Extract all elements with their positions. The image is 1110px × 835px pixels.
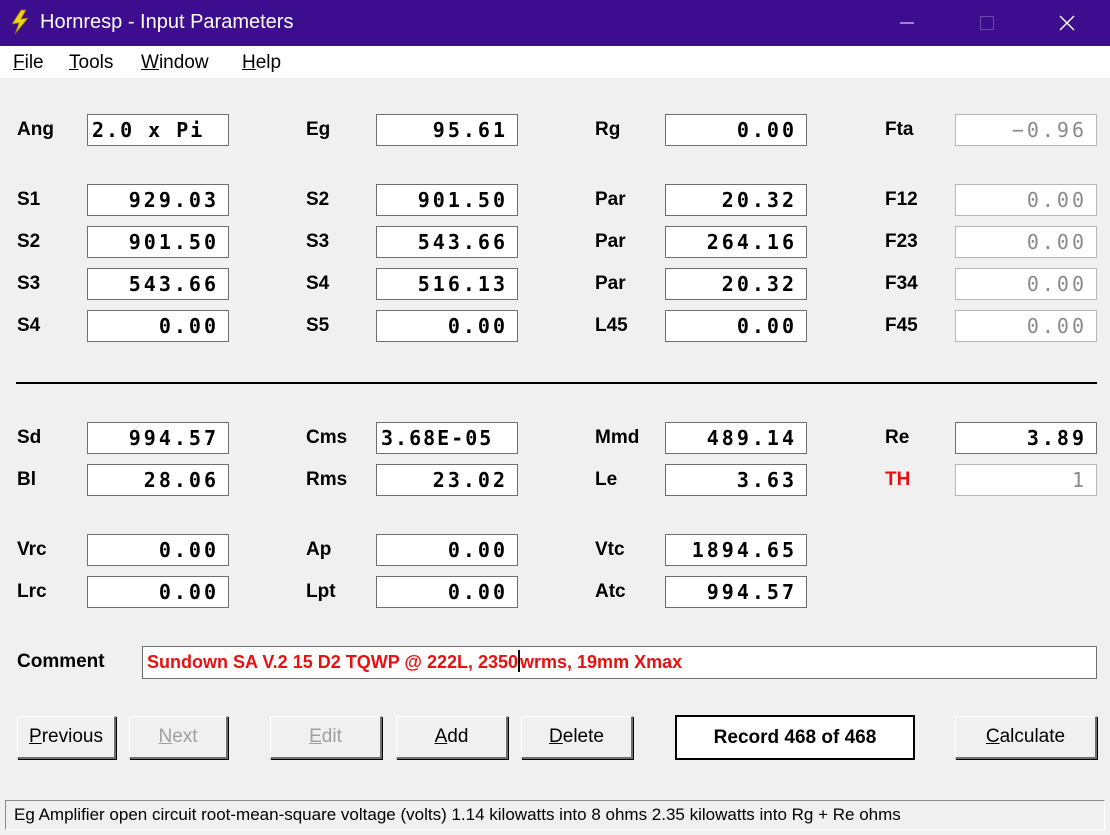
- window-title: Hornresp - Input Parameters: [40, 11, 294, 33]
- comment-text-after: wrms, 19mm Xmax: [520, 652, 683, 672]
- label-sd: Sd: [17, 427, 42, 448]
- label-comment: Comment: [17, 651, 105, 672]
- record-counter: Record 468 of 468: [675, 715, 915, 760]
- f45-field: 0.00: [955, 310, 1097, 342]
- label-lpt: Lpt: [306, 581, 336, 602]
- label-ang: Ang: [17, 119, 54, 140]
- f12-field: 0.00: [955, 184, 1097, 216]
- minimize-button[interactable]: [867, 0, 947, 46]
- s1-field[interactable]: 929.03: [87, 184, 229, 216]
- menu-tools[interactable]: Tools: [69, 52, 113, 74]
- close-button[interactable]: [1027, 0, 1107, 46]
- menu-window[interactable]: Window: [141, 52, 209, 74]
- menu-file[interactable]: File: [13, 52, 44, 74]
- par1-field[interactable]: 20.32: [665, 184, 807, 216]
- menu-help[interactable]: Help: [242, 52, 281, 74]
- title-bar[interactable]: Hornresp - Input Parameters: [0, 0, 1110, 46]
- label-par2: Par: [595, 231, 626, 252]
- atc-field[interactable]: 994.57: [665, 576, 807, 608]
- label-f45: F45: [885, 315, 918, 336]
- rms-field[interactable]: 23.02: [376, 464, 518, 496]
- label-par1: Par: [595, 189, 626, 210]
- label-s4-col1: S4: [17, 315, 41, 336]
- label-par3: Par: [595, 273, 626, 294]
- maximize-button: [947, 0, 1027, 46]
- vtc-field[interactable]: 1894.65: [665, 534, 807, 566]
- cms-field[interactable]: 3.68E-05: [376, 422, 518, 454]
- label-s1: S1: [17, 189, 41, 210]
- label-rg: Rg: [595, 119, 621, 140]
- label-s4-col2: S4: [306, 273, 330, 294]
- vrc-field[interactable]: 0.00: [87, 534, 229, 566]
- l45-field[interactable]: 0.00: [665, 310, 807, 342]
- next-button: Next: [129, 716, 228, 759]
- previous-button[interactable]: Previous: [17, 716, 116, 759]
- label-th: TH: [885, 469, 911, 490]
- label-s3-col1: S3: [17, 273, 41, 294]
- f23-field: 0.00: [955, 226, 1097, 258]
- label-vrc: Vrc: [17, 539, 47, 560]
- edit-button: Edit: [270, 716, 382, 759]
- label-mmd: Mmd: [595, 427, 640, 448]
- th-field: 1: [955, 464, 1097, 496]
- label-re: Re: [885, 427, 910, 448]
- comment-field[interactable]: Sundown SA V.2 15 D2 TQWP @ 222L, 2350 wr…: [142, 646, 1097, 679]
- label-f12: F12: [885, 189, 918, 210]
- ang-field[interactable]: 2.0 x Pi: [87, 114, 229, 146]
- label-bl: Bl: [17, 469, 36, 490]
- label-atc: Atc: [595, 581, 626, 602]
- mmd-field[interactable]: 489.14: [665, 422, 807, 454]
- lrc-field[interactable]: 0.00: [87, 576, 229, 608]
- ap-field[interactable]: 0.00: [376, 534, 518, 566]
- label-s3-col2: S3: [306, 231, 330, 252]
- menu-bar: File Tools Window Help: [0, 46, 1110, 78]
- s2-col1-field[interactable]: 901.50: [87, 226, 229, 258]
- close-icon: [1059, 15, 1075, 31]
- label-cms: Cms: [306, 427, 348, 448]
- s2-col2-field[interactable]: 901.50: [376, 184, 518, 216]
- par2-field[interactable]: 264.16: [665, 226, 807, 258]
- section-divider: [16, 382, 1097, 384]
- label-le: Le: [595, 469, 618, 490]
- bl-field[interactable]: 28.06: [87, 464, 229, 496]
- label-rms: Rms: [306, 469, 348, 490]
- re-field[interactable]: 3.89: [955, 422, 1097, 454]
- fta-field: −0.96: [955, 114, 1097, 146]
- s3-col1-field[interactable]: 543.66: [87, 268, 229, 300]
- label-f23: F23: [885, 231, 918, 252]
- s4-col1-field[interactable]: 0.00: [87, 310, 229, 342]
- minimize-icon: [900, 22, 914, 24]
- label-eg: Eg: [306, 119, 331, 140]
- le-field[interactable]: 3.63: [665, 464, 807, 496]
- status-bar: Eg Amplifier open circuit root-mean-squa…: [5, 800, 1105, 830]
- eg-field[interactable]: 95.61: [376, 114, 518, 146]
- par3-field[interactable]: 20.32: [665, 268, 807, 300]
- sd-field[interactable]: 994.57: [87, 422, 229, 454]
- s4-col2-field[interactable]: 516.13: [376, 268, 518, 300]
- lightning-bolt-icon: [11, 9, 29, 35]
- calculate-button[interactable]: Calculate: [955, 716, 1097, 759]
- label-ap: Ap: [306, 539, 332, 560]
- rg-field[interactable]: 0.00: [665, 114, 807, 146]
- add-button[interactable]: Add: [396, 716, 508, 759]
- label-fta: Fta: [885, 119, 914, 140]
- label-s2-col2: S2: [306, 189, 330, 210]
- label-s5: S5: [306, 315, 330, 336]
- label-f34: F34: [885, 273, 918, 294]
- s3-col2-field[interactable]: 543.66: [376, 226, 518, 258]
- s5-field[interactable]: 0.00: [376, 310, 518, 342]
- label-vtc: Vtc: [595, 539, 625, 560]
- label-l45: L45: [595, 315, 628, 336]
- f34-field: 0.00: [955, 268, 1097, 300]
- comment-text-before: Sundown SA V.2 15 D2 TQWP @ 222L, 2350: [147, 652, 519, 672]
- label-lrc: Lrc: [17, 581, 47, 602]
- delete-button[interactable]: Delete: [521, 716, 633, 759]
- maximize-icon: [980, 16, 994, 30]
- label-s2-col1: S2: [17, 231, 41, 252]
- lpt-field[interactable]: 0.00: [376, 576, 518, 608]
